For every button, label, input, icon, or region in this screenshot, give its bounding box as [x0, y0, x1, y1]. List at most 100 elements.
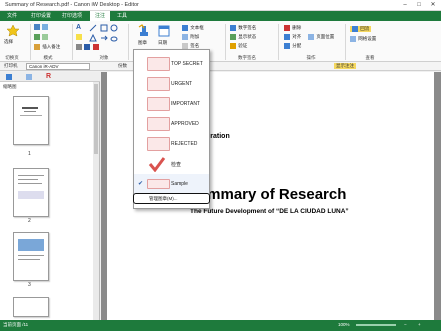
stamp-item-approved[interactable]: APPROVED	[134, 114, 209, 134]
ribbon: 选择 切换页 插入备注 模式 A 对象 图章 日期 文本框 附加 签名 数字签名…	[0, 21, 441, 62]
zoom-in-icon[interactable]: +	[418, 322, 421, 327]
display-status-button[interactable]: 显示状态	[230, 34, 256, 40]
align-label: 对齐	[292, 34, 302, 40]
tab-annotate[interactable]: 注注	[90, 11, 110, 21]
text-tool-button[interactable]: A	[76, 24, 81, 31]
print-options-bar: 打印机 Canon iR-ADV 份数 显示注注	[0, 62, 441, 71]
delete-icon	[284, 25, 290, 31]
maximize-button[interactable]: □	[413, 1, 425, 10]
stamp-preview-icon	[147, 179, 170, 189]
star-icon	[6, 24, 20, 37]
scrollbar-thumb[interactable]	[94, 84, 98, 154]
line-icon	[89, 24, 97, 32]
minimize-button[interactable]: –	[399, 1, 411, 10]
thumbnail-page-number: 2	[28, 218, 31, 224]
arrow-tool-button[interactable]	[100, 34, 108, 43]
page-position-button[interactable]: 页面位置	[308, 34, 334, 40]
attach-button[interactable]: 附加	[182, 34, 199, 40]
tab-print-settings[interactable]: 打印设置	[27, 11, 55, 21]
display-status-label: 显示状态	[238, 34, 257, 40]
grid-icon	[350, 36, 356, 42]
document-heading: Summary of Research	[188, 186, 347, 203]
stamp-preview-icon	[147, 97, 170, 111]
tab-print-options[interactable]: 打印选项	[58, 11, 86, 21]
tab-tools[interactable]: 工具	[113, 11, 131, 21]
stamp-item-label: REJECTED	[171, 141, 198, 147]
textbox-icon	[182, 25, 188, 31]
stamp-item-check[interactable]: 检查	[134, 154, 209, 174]
pen-icon	[76, 44, 82, 50]
grid-settings-button[interactable]: 网格设置	[350, 36, 376, 42]
printer-select[interactable]: Canon iR-ADV	[26, 63, 90, 70]
distribute-button[interactable]: 分配	[284, 43, 301, 49]
line-tool-button[interactable]	[89, 24, 97, 33]
date-label[interactable]: 日期	[158, 40, 167, 46]
zoom-tool-button[interactable]	[34, 34, 49, 40]
textbox-button[interactable]: 文本框	[182, 25, 204, 31]
arrow-icon	[101, 35, 108, 41]
ribbon-separator	[30, 24, 31, 60]
page-thumbnail[interactable]	[13, 232, 49, 281]
delete-button[interactable]: 删除	[284, 25, 301, 31]
grid-label: 网格设置	[358, 36, 377, 42]
menu-bar: 文件 打印设置 打印选项 注注 工具	[0, 11, 441, 21]
group-label-objects: 对象	[99, 55, 109, 60]
stamp-item-label: IMPORTANT	[171, 101, 200, 107]
stamp-item-important[interactable]: IMPORTANT	[134, 94, 209, 114]
stamp-preview-icon	[147, 117, 170, 131]
zoom-level[interactable]: 100%	[338, 322, 350, 327]
align-button[interactable]: 对齐	[284, 34, 301, 40]
stamp-label[interactable]: 图章	[138, 40, 147, 46]
stamp-item-urgent[interactable]: URGENT	[134, 74, 209, 94]
show-annotations-toggle[interactable]: 显示注注	[334, 63, 356, 69]
stamp-item-sample[interactable]: ✔ Sample	[134, 174, 209, 194]
page-thumbnail[interactable]	[13, 168, 49, 217]
cloud-tool-button[interactable]	[110, 34, 118, 43]
comments-tab-icon[interactable]	[26, 74, 32, 80]
window-title: Summary of Research.pdf - Canon iW Deskt…	[5, 2, 139, 8]
favorite-button[interactable]	[6, 24, 20, 39]
attach-icon	[182, 34, 188, 40]
tab-file[interactable]: 文件	[4, 11, 20, 21]
pen-tool-button[interactable]	[76, 44, 100, 50]
zoom-out-icon[interactable]: −	[404, 322, 407, 327]
ellipse-tool-button[interactable]	[110, 24, 118, 33]
stamp-item-label: URGENT	[171, 81, 193, 87]
verify-button[interactable]: 验证	[230, 43, 247, 49]
page-thumbnail[interactable]	[13, 297, 49, 317]
ribbon-separator	[345, 24, 346, 60]
digital-sig-button[interactable]: 数字签名	[230, 25, 256, 31]
highlight-tool-button[interactable]	[76, 34, 83, 40]
zoom-slider[interactable]	[356, 324, 396, 326]
ribbon-separator	[72, 24, 73, 60]
select-label[interactable]: 选择	[4, 39, 13, 45]
stamp-dropdown-menu: TOP SECRET URGENT IMPORTANT APPROVED REJ…	[133, 49, 210, 209]
thumbnails-tab-icon[interactable]	[6, 74, 12, 80]
color-icon	[84, 44, 91, 50]
insert-comment-label: 插入备注	[42, 44, 61, 50]
stamp-item-top-secret[interactable]: TOP SECRET	[134, 54, 209, 74]
thumbnail-page-number: 1	[28, 151, 31, 157]
reflow-button[interactable]: 回流	[350, 26, 372, 33]
stamp-icon	[138, 24, 148, 36]
page-position-label: 页面位置	[316, 34, 335, 40]
date-button[interactable]	[157, 24, 171, 39]
rect-tool-button[interactable]	[100, 24, 108, 33]
bookmarks-tab-icon[interactable]: R	[46, 73, 51, 80]
zoom-icon	[34, 34, 40, 40]
close-button[interactable]: ✕	[427, 1, 439, 10]
printer-label: 打印机	[4, 63, 18, 68]
stamp-item-label: Sample	[171, 181, 188, 187]
cloud-icon	[110, 36, 118, 42]
panel-scrollbar[interactable]	[93, 82, 99, 320]
text-a-icon: A	[76, 24, 82, 31]
stamp-button[interactable]	[137, 24, 151, 39]
signature-label: 签名	[190, 43, 200, 49]
select-tool-button[interactable]	[34, 24, 49, 30]
manage-stamps-button[interactable]: 管理图章(M)...	[133, 193, 210, 204]
stamp-item-rejected[interactable]: REJECTED	[134, 134, 209, 154]
polygon-tool-button[interactable]	[89, 33, 97, 43]
page-thumbnail[interactable]	[13, 96, 49, 145]
marquee-icon	[42, 34, 49, 40]
insert-comment-button[interactable]: 插入备注	[34, 44, 60, 50]
